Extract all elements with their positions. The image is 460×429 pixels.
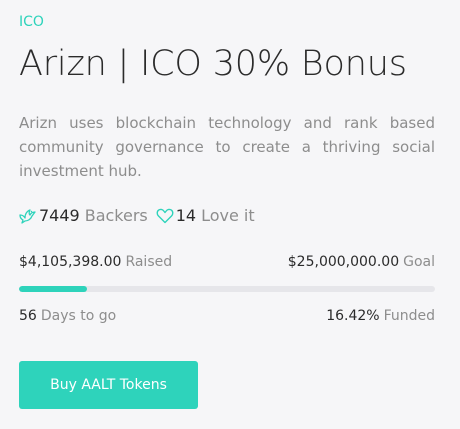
love-label: Love it — [201, 206, 255, 225]
campaign-description: Arizn uses blockchain technology and ran… — [19, 114, 435, 180]
dove-icon — [19, 208, 37, 224]
goal-amount: $25,000,000.00 — [287, 254, 400, 270]
days-count: 56 — [19, 308, 37, 324]
funding-progress-fill — [19, 286, 88, 292]
goal-block: $25,000,000.00 Goal — [288, 254, 435, 270]
heart-icon[interactable] — [156, 208, 174, 224]
funded-label: Funded — [383, 308, 435, 324]
raised-block: $4,105,398.00 Raised — [19, 254, 172, 270]
days-block: 56 Days to go — [19, 308, 116, 324]
funding-status: 56 Days to go 16.42% Funded — [19, 308, 435, 324]
love-count: 14 — [175, 206, 197, 225]
campaign-title[interactable]: Arizn | ICO 30% Bonus — [19, 44, 407, 84]
engagement-stats: 7449 Backers 14 Love it — [19, 206, 255, 225]
category-tag[interactable]: ICO — [19, 14, 44, 30]
buy-tokens-button[interactable]: Buy AALT Tokens — [19, 361, 198, 409]
raised-label: Raised — [125, 254, 173, 270]
funding-progress-bar — [19, 286, 435, 292]
backers-count: 7449 — [39, 206, 80, 225]
funded-percent: 16.42% — [326, 308, 380, 324]
days-label: Days to go — [40, 308, 117, 324]
funding-summary: $4,105,398.00 Raised $25,000,000.00 Goal — [19, 254, 435, 270]
funded-block: 16.42% Funded — [326, 308, 435, 324]
raised-amount: $4,105,398.00 — [19, 254, 122, 270]
backers-label: Backers — [84, 206, 148, 225]
goal-label: Goal — [403, 254, 435, 270]
